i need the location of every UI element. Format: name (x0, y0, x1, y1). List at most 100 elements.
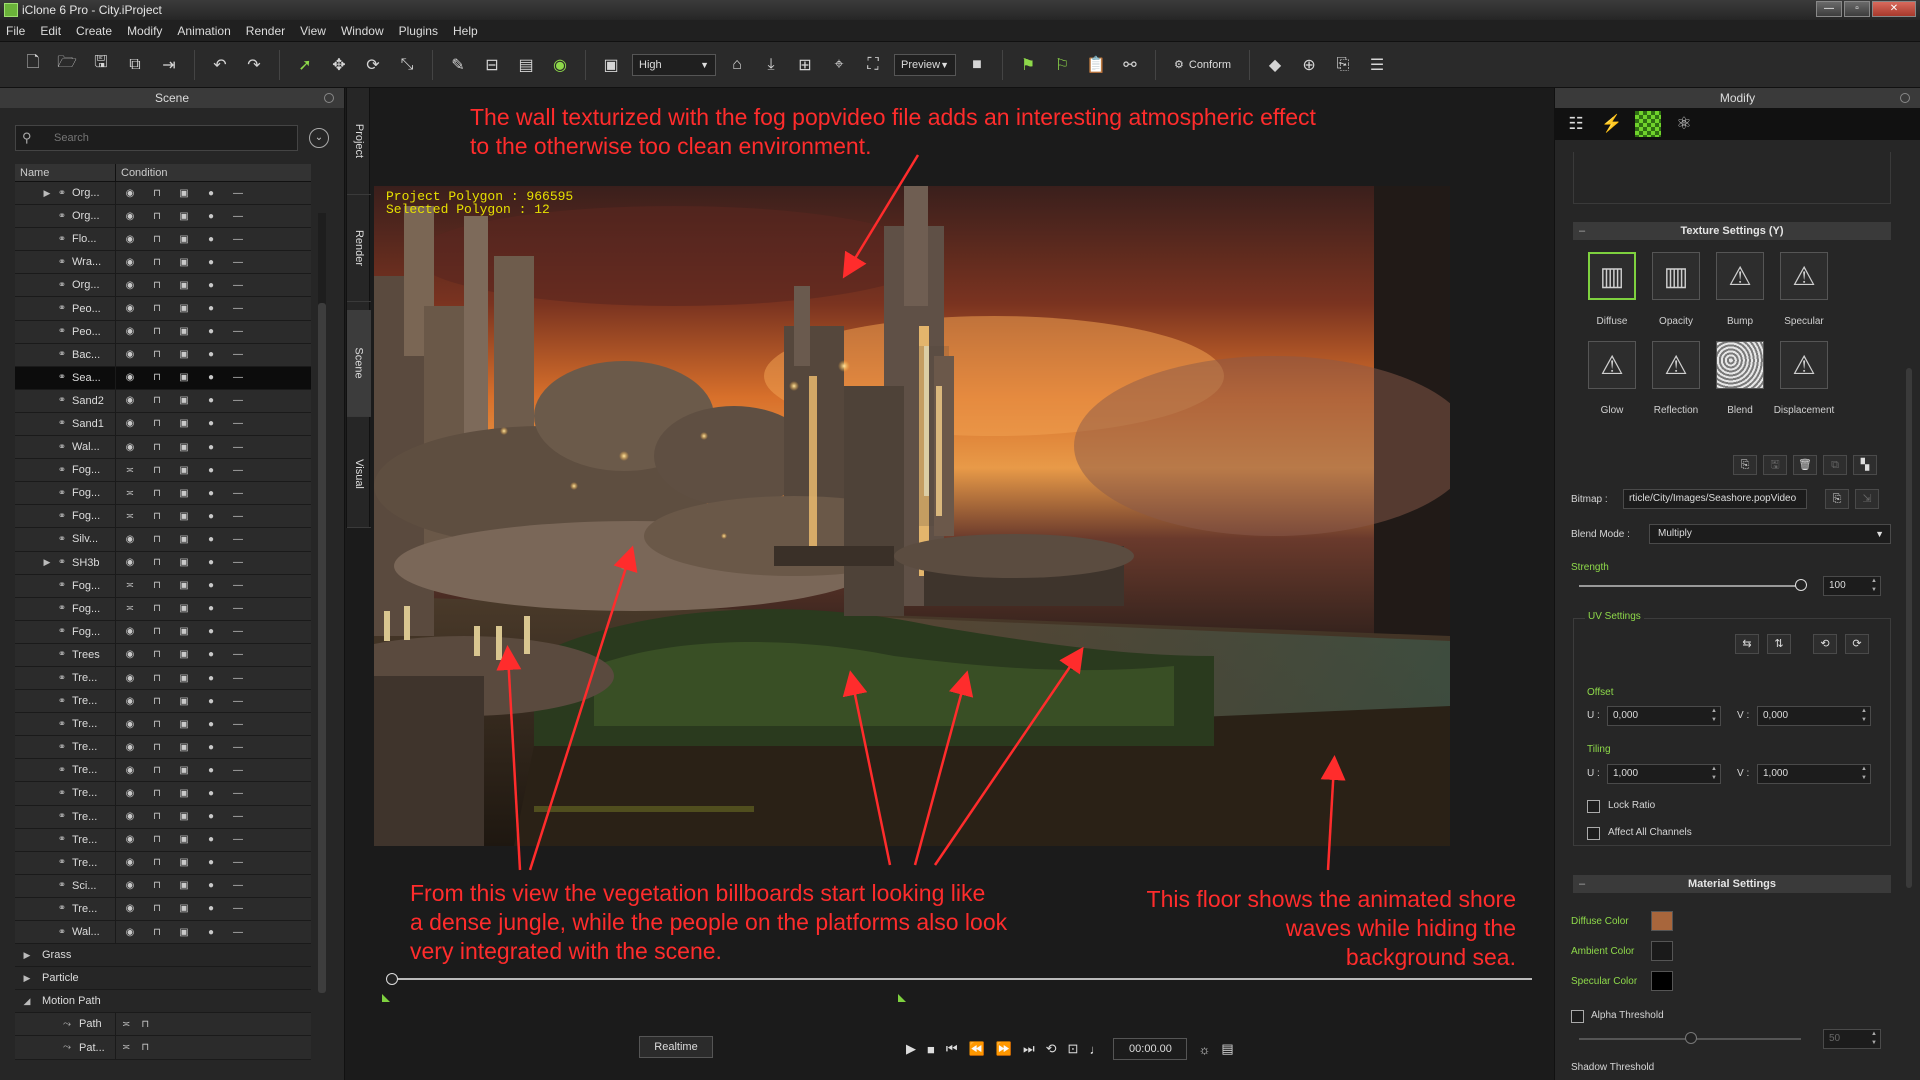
lock-icon[interactable]: ⊓ (149, 211, 165, 222)
light-bulb-icon[interactable]: ● (203, 488, 219, 499)
light-bulb-icon[interactable]: ● (203, 834, 219, 845)
scene-row[interactable]: ⚭ Flo... ◉ ⊓ ▣ ● — (15, 228, 311, 252)
lock-icon[interactable]: ⊓ (149, 719, 165, 730)
lock-icon[interactable]: ⊓ (149, 811, 165, 822)
lock-icon[interactable]: ⊓ (149, 534, 165, 545)
cube-icon[interactable]: ▣ (176, 603, 192, 614)
scene-row[interactable]: ⚭ Tre... ◉ ⊓ ▣ ● — (15, 805, 311, 829)
light-bulb-icon[interactable]: ● (203, 534, 219, 545)
modify-scrollbar[interactable] (1906, 368, 1912, 888)
cube-icon[interactable]: ▣ (176, 857, 192, 868)
menu-file[interactable]: File (6, 24, 25, 38)
lock-icon[interactable]: ⊓ (149, 188, 165, 199)
lock-icon[interactable]: ⊓ (149, 303, 165, 314)
cube-icon[interactable]: ▣ (176, 834, 192, 845)
visibility-eye-icon[interactable]: ◉ (122, 626, 138, 637)
modify-panel-close-icon[interactable] (1900, 93, 1910, 103)
lock-icon[interactable]: ⊓ (149, 349, 165, 360)
scene-row[interactable]: ⚭ Tre... ◉ ⊓ ▣ ● — (15, 690, 311, 714)
shadow-line-icon[interactable]: — (230, 857, 246, 868)
distribute-icon[interactable]: ▤ (513, 52, 539, 78)
shadow-line-icon[interactable]: — (230, 280, 246, 291)
reset-icon[interactable]: ⇲ (1855, 489, 1879, 509)
frame-selected-icon[interactable]: ⛶ (860, 52, 886, 78)
blend-mode-dropdown[interactable]: Multiply ▼ (1649, 524, 1891, 544)
tab-project[interactable]: Project (347, 88, 371, 195)
animation-figure-icon[interactable]: ⚡ (1599, 111, 1625, 137)
lock-icon[interactable]: ⊓ (149, 280, 165, 291)
cube-icon[interactable]: ▣ (176, 234, 192, 245)
light-bulb-icon[interactable]: ● (203, 857, 219, 868)
light-bulb-icon[interactable]: ● (203, 696, 219, 707)
hidden-eye-icon[interactable]: ≍ (122, 580, 138, 591)
scene-row[interactable]: ⚭ Trees ◉ ⊓ ▣ ● — (15, 643, 311, 667)
first-frame-icon[interactable]: ⏮ (946, 1041, 958, 1057)
light-bulb-icon[interactable]: ● (203, 557, 219, 568)
move-icon[interactable]: ✥ (326, 52, 352, 78)
expand-arrow-icon[interactable]: ▶ (39, 188, 55, 199)
alpha-slider-knob[interactable] (1685, 1032, 1697, 1044)
hidden-eye-icon[interactable]: ≍ (122, 1019, 130, 1030)
music-note-icon[interactable]: ♩ (1089, 1042, 1102, 1057)
keyframe-icon[interactable]: ◆ (1262, 52, 1288, 78)
scene-row[interactable]: ⚭ Sand2 ◉ ⊓ ▣ ● — (15, 389, 311, 413)
name-column-header[interactable]: Name (15, 164, 116, 181)
shadow-line-icon[interactable]: — (230, 673, 246, 684)
light-bulb-icon[interactable]: ● (203, 442, 219, 453)
scene-row[interactable]: ⚭ Silv... ◉ ⊓ ▣ ● — (15, 528, 311, 552)
strength-input[interactable]: 100 ▲ ▼ (1823, 576, 1881, 596)
lock-icon[interactable]: ⊓ (149, 903, 165, 914)
flag-icon[interactable]: ⚐ (1049, 52, 1075, 78)
cube-icon[interactable]: ▣ (176, 719, 192, 730)
shadow-line-icon[interactable]: — (230, 580, 246, 591)
scene-row[interactable]: ⚭ Org... ◉ ⊓ ▣ ● — (15, 274, 311, 298)
visibility-eye-icon[interactable]: ◉ (122, 372, 138, 383)
scene-row[interactable]: ⚭ Fog... ≍ ⊓ ▣ ● — (15, 482, 311, 506)
open-folder-icon[interactable]: 🗁 (54, 52, 80, 78)
texture-settings-header[interactable]: – Texture Settings (Y) (1573, 222, 1891, 240)
material-checker-icon[interactable] (1635, 111, 1661, 137)
light-bulb-icon[interactable]: ● (203, 903, 219, 914)
cube-icon[interactable]: ▣ (176, 880, 192, 891)
scene-row[interactable]: ⚭ Sand1 ◉ ⊓ ▣ ● — (15, 412, 311, 437)
visibility-eye-icon[interactable]: ◉ (122, 811, 138, 822)
cube-icon[interactable]: ▣ (176, 580, 192, 591)
cube-icon[interactable]: ▣ (176, 280, 192, 291)
shadow-line-icon[interactable]: — (230, 349, 246, 360)
scene-row[interactable]: ⚭ Tre... ◉ ⊓ ▣ ● — (15, 666, 311, 691)
shadow-line-icon[interactable]: — (230, 765, 246, 776)
lock-icon[interactable]: ⊓ (149, 857, 165, 868)
shadow-line-icon[interactable]: — (230, 257, 246, 268)
lock-icon[interactable]: ⊓ (149, 442, 165, 453)
light-bulb-icon[interactable]: ● (203, 303, 219, 314)
ambient-color-swatch[interactable] (1651, 941, 1673, 961)
lock-ratio-checkbox[interactable] (1587, 800, 1600, 813)
lock-icon[interactable]: ⊓ (149, 696, 165, 707)
light-bulb-icon[interactable]: ● (203, 742, 219, 753)
scene-panel-close-icon[interactable] (324, 93, 334, 103)
uv-rotate-left-icon[interactable]: ⟲ (1813, 634, 1837, 654)
prev-frame-icon[interactable]: ⏪ (969, 1041, 985, 1057)
time-display[interactable]: 00:00.00 (1113, 1038, 1188, 1060)
light-bulb-icon[interactable]: ● (203, 349, 219, 360)
scene-row[interactable]: ⚭ Fog... ≍ ⊓ ▣ ● — (15, 574, 311, 598)
hidden-eye-icon[interactable]: ≍ (122, 511, 138, 522)
tiling-v-input[interactable]: 1,000 ▲ ▼ (1757, 764, 1871, 784)
menu-plugins[interactable]: Plugins (399, 24, 438, 38)
lock-icon[interactable]: ⊓ (149, 465, 165, 476)
shadow-line-icon[interactable]: — (230, 603, 246, 614)
save-icon[interactable]: 🖫 (88, 52, 114, 78)
open-project-icon[interactable]: ⎘ (1330, 52, 1356, 78)
scene-row[interactable]: ⚭ Sea... ◉ ⊓ ▣ ● — (15, 366, 311, 390)
visibility-eye-icon[interactable]: ◉ (122, 534, 138, 545)
visibility-eye-icon[interactable]: ◉ (122, 234, 138, 245)
light-bulb-icon[interactable]: ● (203, 418, 219, 429)
menu-edit[interactable]: Edit (40, 24, 61, 38)
cube-icon[interactable]: ▣ (176, 395, 192, 406)
lock-icon[interactable]: ⊓ (149, 326, 165, 337)
fit-view-icon[interactable]: ⊞ (792, 52, 818, 78)
lock-icon[interactable]: ⊓ (149, 418, 165, 429)
pick-parent-icon[interactable]: ✎ (445, 52, 471, 78)
timeline-toggle-icon[interactable]: ▤ (1221, 1041, 1233, 1057)
visibility-eye-icon[interactable]: ◉ (122, 557, 138, 568)
